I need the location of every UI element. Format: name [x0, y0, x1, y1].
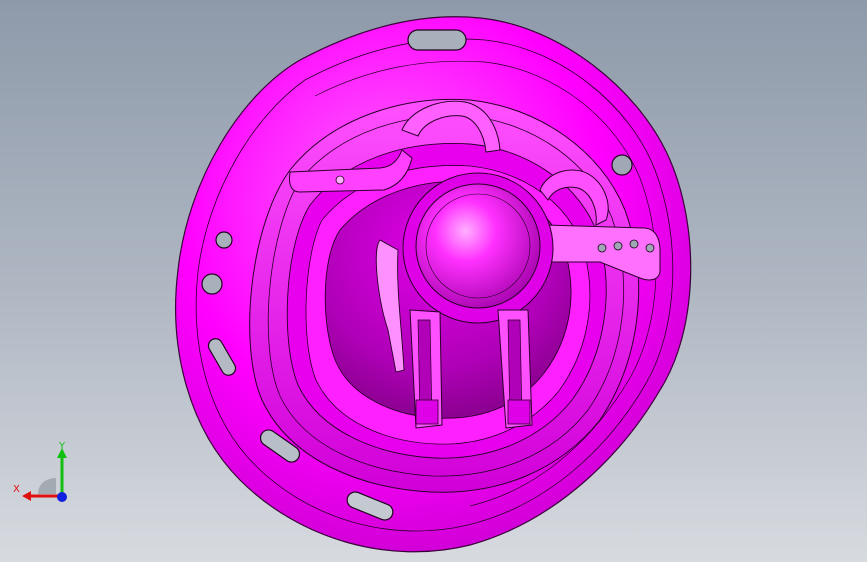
slot-top: [407, 29, 467, 51]
part-model[interactable]: [0, 0, 867, 562]
hole-right: [611, 154, 633, 176]
left-leg: [409, 309, 443, 429]
hole-left: [215, 231, 233, 249]
x-axis-arrow-icon: [22, 491, 31, 501]
triad-x-label: X: [13, 484, 20, 495]
cad-graphics-viewport[interactable]: Y X: [0, 0, 867, 562]
hole-left-2: [201, 273, 223, 295]
z-axis-dot-icon: [57, 492, 67, 502]
coordinate-triad: Y X: [13, 441, 67, 502]
ball-joint: [415, 183, 541, 309]
triad-y-label: Y: [58, 441, 66, 452]
